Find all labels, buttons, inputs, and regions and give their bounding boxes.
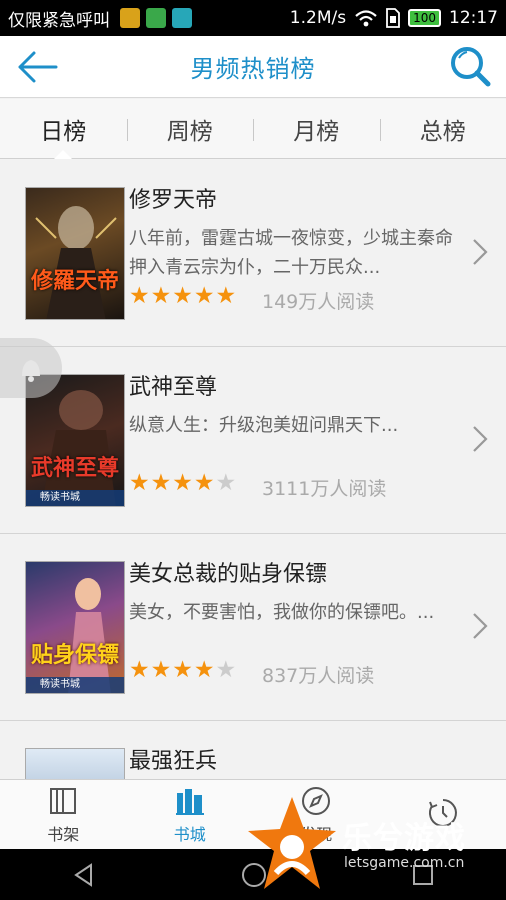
status-bar: 仅限紧急呼叫 1.2M/s 100 12:17 <box>0 0 506 36</box>
star-filled-icon: ★ <box>129 470 150 496</box>
book-cover: 修羅天帝 <box>25 187 125 320</box>
chevron-right-icon <box>473 613 488 639</box>
star-filled-icon: ★ <box>129 283 150 309</box>
star-filled-icon: ★ <box>193 283 215 309</box>
book-list-item[interactable]: 贴身保镖 畅读书城 美女总裁的贴身保镖 美女，不要害怕，我做你的保镖吧。... … <box>0 534 506 721</box>
star-filled-icon: ★ <box>172 657 193 683</box>
page-title: 男频热销榜 <box>190 55 316 83</box>
book-cover: 贴身保镖 畅读书城 <box>25 561 125 694</box>
bookshelf-icon <box>50 787 77 814</box>
star-filled-icon: ★ <box>193 470 215 496</box>
notification-app-icon <box>172 8 192 28</box>
network-speed: 1.2M/s <box>289 8 347 28</box>
book-title: 修罗天帝 <box>129 188 218 213</box>
chevron-right-icon <box>473 426 488 452</box>
notification-app-icon <box>146 8 166 28</box>
star-empty-icon: ★ <box>215 470 237 496</box>
nav-label: 书城 <box>173 824 206 844</box>
wifi-icon <box>355 10 377 27</box>
watermark-brand: 乐兮游戏 <box>342 821 466 856</box>
star-filled-icon: ★ <box>172 470 193 496</box>
tab-label: 月榜 <box>293 118 340 145</box>
read-count: 149万人阅读 <box>262 291 375 313</box>
cover-title: 贴身保镖 <box>30 643 119 668</box>
book-cover <box>25 748 125 779</box>
tab-label: 周榜 <box>166 118 213 145</box>
cover-title: 修羅天帝 <box>30 269 119 294</box>
bookstore-icon <box>175 788 204 815</box>
back-arrow-icon[interactable] <box>16 49 60 85</box>
rating-stars: ★ ★ ★ ★ ★ <box>129 472 236 495</box>
cover-art <box>68 578 111 693</box>
tab-total[interactable]: 总榜 <box>379 99 506 158</box>
bell-icon <box>22 360 40 382</box>
read-count: 837万人阅读 <box>262 665 375 687</box>
book-list: 修羅天帝 修罗天帝 八年前，雷霆古城一夜惊变，少城主秦命押入青云宗为仆，二十万民… <box>0 160 506 779</box>
book-description: 纵意人生：升级泡美妞问鼎天下... <box>129 415 399 436</box>
star-filled-icon: ★ <box>150 657 172 683</box>
cover-title: 武神至尊 <box>30 456 119 481</box>
book-description: 八年前，雷霆古城一夜惊变，少城主秦命押入青云宗为仆，二十万民众... <box>129 228 453 278</box>
battery-icon: 100 <box>408 9 441 27</box>
notification-icons <box>120 8 192 28</box>
book-list-item[interactable]: 修羅天帝 修罗天帝 八年前，雷霆古城一夜惊变，少城主秦命押入青云宗为仆，二十万民… <box>0 160 506 347</box>
star-filled-icon: ★ <box>193 657 215 683</box>
ranking-tabs: 日榜 周榜 月榜 总榜 <box>0 99 506 159</box>
publisher-badge: 畅读书城 <box>26 677 124 693</box>
nav-bookstore[interactable]: 书城 <box>127 780 254 849</box>
tab-monthly[interactable]: 月榜 <box>253 99 380 158</box>
publisher-badge: 畅读书城 <box>26 490 124 506</box>
tab-label: 总榜 <box>419 118 466 145</box>
rating-stars: ★ ★ ★ ★ ★ <box>129 659 236 682</box>
read-count: 3111万人阅读 <box>262 478 387 500</box>
book-title: 美女总裁的贴身保镖 <box>129 562 328 587</box>
chevron-right-icon <box>473 239 488 265</box>
book-title: 最强狂兵 <box>129 749 218 774</box>
book-description: 美女，不要害怕，我做你的保镖吧。... <box>129 602 435 623</box>
nav-bookshelf[interactable]: 书架 <box>0 780 127 849</box>
star-filled-icon: ★ <box>150 470 172 496</box>
star-filled-icon: ★ <box>215 283 237 309</box>
star-empty-icon: ★ <box>215 657 237 683</box>
notification-app-icon <box>120 8 140 28</box>
book-list-item[interactable]: 武神至尊 畅读书城 武神至尊 纵意人生：升级泡美妞问鼎天下... ★ ★ ★ ★ ★ 3… <box>0 347 506 534</box>
star-filled-icon: ★ <box>150 283 172 309</box>
book-title: 武神至尊 <box>129 375 218 400</box>
watermark-url: letsgame.com.cn <box>344 855 465 871</box>
tab-weekly[interactable]: 周榜 <box>126 99 254 158</box>
app-header: 男频热销榜 <box>0 36 506 98</box>
carrier-text: 仅限紧急呼叫 <box>8 10 110 31</box>
back-triangle-icon[interactable] <box>71 862 97 888</box>
cover-art <box>35 206 117 319</box>
rating-stars: ★ ★ ★ ★ ★ <box>129 285 236 308</box>
sim-icon <box>386 8 400 28</box>
search-icon[interactable] <box>448 44 492 88</box>
book-list-item[interactable]: 最强狂兵 <box>0 721 506 779</box>
watermark: 乐兮游戏 letsgame.com.cn <box>246 795 506 895</box>
watermark-logo-icon <box>248 797 336 889</box>
star-filled-icon: ★ <box>172 283 193 309</box>
clock: 12:17 <box>449 8 498 28</box>
tab-label: 日榜 <box>40 118 87 145</box>
star-filled-icon: ★ <box>129 657 150 683</box>
tab-daily[interactable]: 日榜 <box>0 99 127 159</box>
nav-label: 书架 <box>47 824 80 844</box>
floating-assistant-button[interactable] <box>0 338 62 398</box>
